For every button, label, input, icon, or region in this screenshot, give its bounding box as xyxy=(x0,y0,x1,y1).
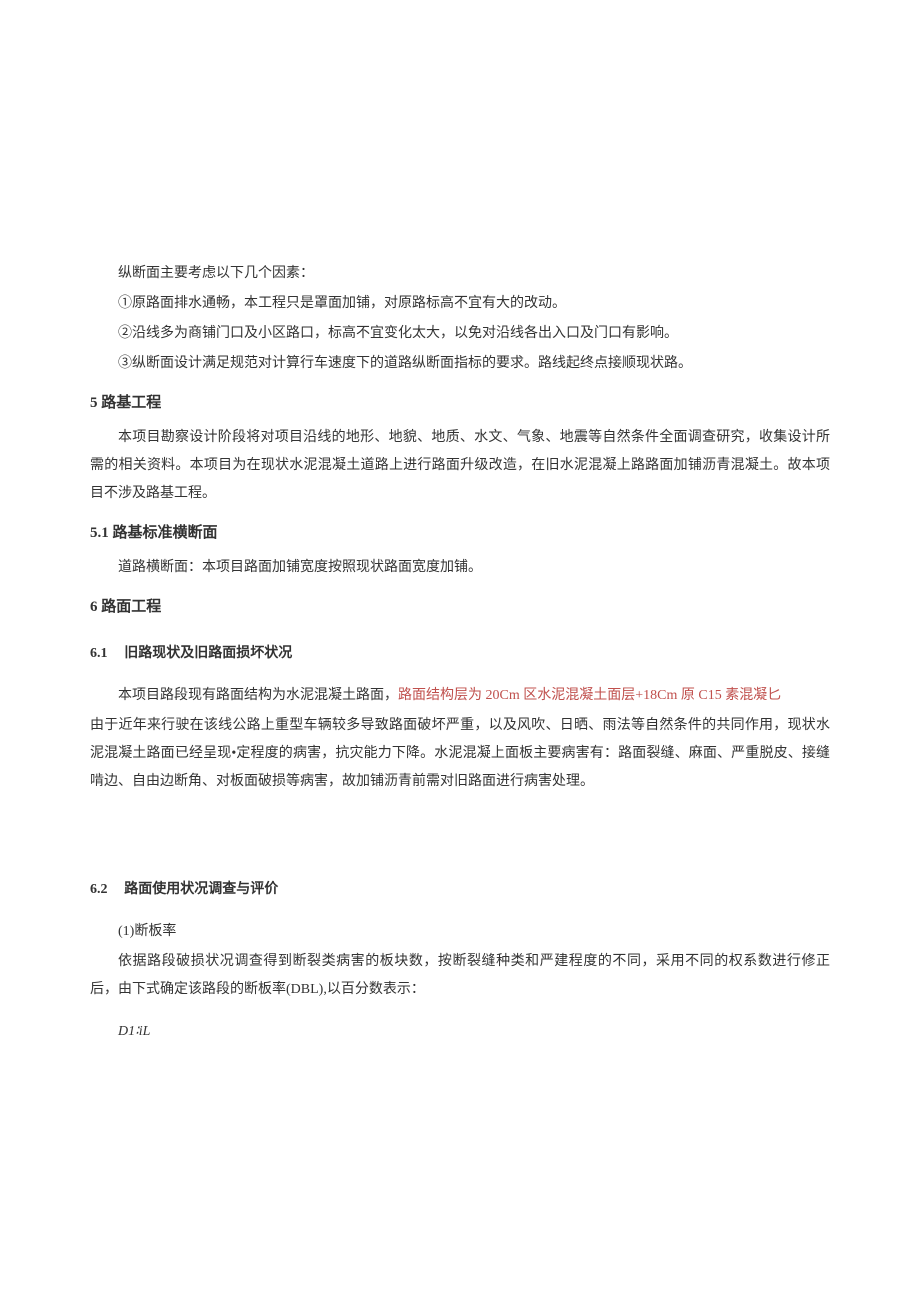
section-6-1-title-text: 旧路现状及旧路面损坏状况 xyxy=(124,646,292,661)
spacer xyxy=(90,798,830,858)
section-6-1-para-2: 由于近年来行驶在该线公路上重型车辆较多导致路面破坏严重，以及风吹、日晒、雨法等自… xyxy=(90,712,830,796)
intro-lead: 纵断面主要考虑以下几个因素： xyxy=(90,260,830,288)
section-6-2-item-1: (1)断板率 xyxy=(90,918,830,946)
section-6-title-text: 6 路面工程 xyxy=(90,599,161,615)
section-6-2-para-1: 依据路段破损状况调查得到断裂类病害的板块数，按断裂缝种类和严建程度的不同，采用不… xyxy=(90,948,830,1004)
intro-item-3-text: ③纵断面设计满足规范对计算行车速度下的道路纵断面指标的要求。路线起终点接顺现状路… xyxy=(118,356,692,371)
section-5-title-text: 5 路基工程 xyxy=(90,395,161,411)
section-5-para-1: 本项目勘察设计阶段将对项目沿线的地形、地貌、地质、水文、气象、地震等自然条件全面… xyxy=(90,424,830,508)
section-5-1-para-1: 道路横断面：本项目路面加铺宽度按照现状路面宽度加铺。 xyxy=(90,554,830,582)
section-6-2-item-1-label: (1)断板率 xyxy=(118,924,176,939)
section-6-2-title-text: 路面使用状况调查与评价 xyxy=(124,882,278,897)
section-6-2-formula-text: D1∶iL xyxy=(118,1024,150,1039)
section-5-1-para-1-text: 道路横断面：本项目路面加铺宽度按照现状路面宽度加铺。 xyxy=(118,560,482,575)
section-6-1-para-1: 本项目路段现有路面结构为水泥混凝土路面，路面结构层为 20Cm 区水泥混凝土面层… xyxy=(90,682,830,710)
document-page: 纵断面主要考虑以下几个因素： ①原路面排水通畅，本工程只是罩面加铺，对原路标高不… xyxy=(90,100,830,1046)
section-5-para-1-text: 本项目勘察设计阶段将对项目沿线的地形、地貌、地质、水文、气象、地震等自然条件全面… xyxy=(90,430,830,501)
section-6-2-para-1-text: 依据路段破损状况调查得到断裂类病害的板块数，按断裂缝种类和严建程度的不同，采用不… xyxy=(90,954,830,997)
intro-item-1-text: ①原路面排水通畅，本工程只是罩面加铺，对原路标高不宜有大的改动。 xyxy=(118,296,566,311)
intro-item-3: ③纵断面设计满足规范对计算行车速度下的道路纵断面指标的要求。路线起终点接顺现状路… xyxy=(90,350,830,378)
section-6-1-para-1-highlight: 路面结构层为 20Cm 区水泥混凝土面层+18Cm 原 C15 素混凝匕 xyxy=(398,688,781,703)
section-5-title: 5 路基工程 xyxy=(90,388,830,418)
intro-item-2-text: ②沿线多为商铺门口及小区路口，标高不宜变化太大，以免对沿线各出入口及门口有影响。 xyxy=(118,326,678,341)
section-6-2-num: 6.2 xyxy=(90,882,108,897)
section-6-1-title: 6.1 旧路现状及旧路面损坏状况 xyxy=(90,640,830,668)
section-6-1-para-2-text: 由于近年来行驶在该线公路上重型车辆较多导致路面破坏严重，以及风吹、日晒、雨法等自… xyxy=(90,718,830,789)
section-6-1-num: 6.1 xyxy=(90,646,108,661)
section-6-2-formula: D1∶iL xyxy=(90,1018,830,1046)
section-5-1-title: 5.1 路基标准横断面 xyxy=(90,518,830,548)
intro-lead-text: 纵断面主要考虑以下几个因素： xyxy=(118,266,314,281)
section-5-1-title-text: 5.1 路基标准横断面 xyxy=(90,525,218,541)
section-6-1-para-1-prefix: 本项目路段现有路面结构为水泥混凝土路面， xyxy=(118,688,398,703)
intro-item-1: ①原路面排水通畅，本工程只是罩面加铺，对原路标高不宜有大的改动。 xyxy=(90,290,830,318)
section-6-2-title: 6.2 路面使用状况调查与评价 xyxy=(90,876,830,904)
intro-item-2: ②沿线多为商铺门口及小区路口，标高不宜变化太大，以免对沿线各出入口及门口有影响。 xyxy=(90,320,830,348)
section-6-title: 6 路面工程 xyxy=(90,592,830,622)
